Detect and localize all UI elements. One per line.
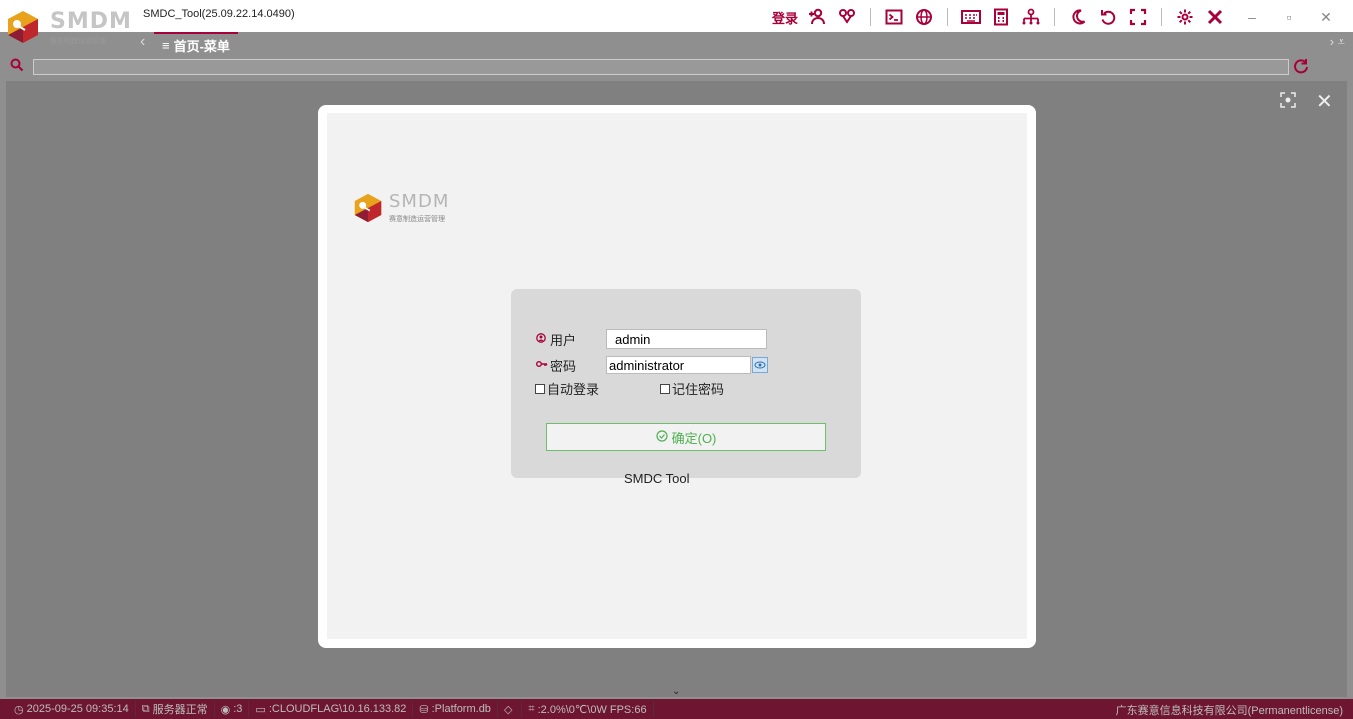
status-performance: ⌗ :2.0%\0℃\0W FPS:66 xyxy=(522,701,654,717)
perf-text: :2.0%\0℃\0W FPS:66 xyxy=(537,703,647,716)
tool-name: SMDC Tool xyxy=(624,471,690,486)
app-title: SMDC_Tool(25.09.22.14.0490) xyxy=(143,8,295,20)
login-form: 用户 密码 自动登录 记住密码 xyxy=(511,289,861,478)
calculator-icon[interactable] xyxy=(989,5,1013,29)
toolbar-divider xyxy=(1054,8,1055,26)
db-text: :Platform.db xyxy=(431,703,491,715)
toolbar-divider xyxy=(1161,8,1162,26)
status-host: ▭ :CLOUDFLAG\10.16.133.82 xyxy=(249,701,414,717)
collapse-arrow-icon[interactable]: ⌄ xyxy=(672,686,680,697)
brand-text: SMDM xyxy=(389,191,450,212)
logo-text: SMDM xyxy=(50,9,132,34)
tab-scroll-left-icon[interactable]: ‹ xyxy=(140,33,145,51)
remember-password-label: 记住密码 xyxy=(672,382,725,397)
globe-icon[interactable] xyxy=(912,5,936,29)
add-user-icon[interactable] xyxy=(805,5,829,29)
login-dialog-body: SMDM 赛意制造运营管理 用户 密码 xyxy=(327,113,1027,639)
server-text: 服务器正常 xyxy=(152,704,208,716)
brand-subtitle: 赛意制造运营管理 xyxy=(389,216,445,223)
toolbar-divider xyxy=(870,8,871,26)
status-tag: ◇ xyxy=(498,701,523,717)
app-logo: SMDM 赛意制造运营管理 xyxy=(6,4,131,45)
tools-icon[interactable] xyxy=(1203,5,1227,29)
password-row: 密码 xyxy=(536,355,768,375)
status-bar: ◷ 2025-09-25 09:35:14 ⧉ 服务器正常 ◉ :3 ▭ :CL… xyxy=(0,699,1353,719)
user-icon xyxy=(536,332,550,346)
check-circle-icon xyxy=(656,429,668,445)
password-input[interactable] xyxy=(606,356,751,374)
remember-password-checkbox[interactable]: 记住密码 xyxy=(660,379,724,398)
undo-icon[interactable] xyxy=(1096,5,1120,29)
users-text: :3 xyxy=(233,703,243,715)
tab-bar: ‹ ≡ 首页-菜单 › ⩡ xyxy=(0,32,1353,56)
tab-home-menu[interactable]: ≡ 首页-菜单 xyxy=(154,32,238,56)
search-input[interactable] xyxy=(33,59,1289,75)
login-button[interactable]: 登录 xyxy=(771,5,799,29)
dialog-close-icon[interactable]: ✕ xyxy=(1316,89,1333,114)
auto-login-box[interactable] xyxy=(535,383,545,394)
auto-login-label: 自动登录 xyxy=(547,382,600,397)
host-icon: ▭ xyxy=(255,703,266,716)
login-dialog: SMDM 赛意制造运营管理 用户 密码 xyxy=(318,105,1036,648)
status-datetime: ◷ 2025-09-25 09:35:14 xyxy=(8,701,136,717)
brand-logo: SMDM 赛意制造运营管理 xyxy=(353,191,473,231)
network-icon[interactable] xyxy=(1019,5,1043,29)
key-icon xyxy=(536,359,550,372)
gear-icon[interactable] xyxy=(1173,5,1197,29)
status-users: ◉ :3 xyxy=(215,701,250,717)
auto-login-checkbox[interactable]: 自动登录 xyxy=(535,379,599,398)
status-server: ⧉ 服务器正常 xyxy=(136,701,215,717)
show-password-icon[interactable] xyxy=(752,357,768,373)
username-input[interactable] xyxy=(606,329,767,349)
confirm-label: 确定(O) xyxy=(671,430,717,446)
title-toolbar: 登录 – ▫ ✕ xyxy=(768,4,1341,30)
logo-subtitle: 赛意制造运营管理 xyxy=(50,38,106,45)
database-icon: ⛁ xyxy=(419,703,429,716)
user-row: 用户 xyxy=(536,329,767,349)
minimize-icon[interactable]: – xyxy=(1240,5,1264,29)
search-row xyxy=(0,57,1353,79)
title-bar: SMDC_Tool(25.09.22.14.0490) 登录 – ▫ ✕ xyxy=(0,0,1353,32)
brand-cube-icon xyxy=(354,193,382,223)
cpu-icon: ⌗ xyxy=(528,702,535,715)
screenshot-icon[interactable] xyxy=(1280,92,1296,111)
fullscreen-icon[interactable] xyxy=(1126,5,1150,29)
link-icon[interactable] xyxy=(835,5,859,29)
clock-icon: ◷ xyxy=(14,703,24,716)
refresh-icon[interactable] xyxy=(1293,58,1309,79)
moon-icon[interactable] xyxy=(1066,5,1090,29)
close-icon[interactable]: ✕ xyxy=(1314,5,1338,29)
datetime-text: 2025-09-25 09:35:14 xyxy=(26,703,129,715)
toolbar-divider xyxy=(947,8,948,26)
tab-scroll-right-icon[interactable]: › ⩡ xyxy=(1330,34,1345,50)
terminal-icon[interactable] xyxy=(882,5,906,29)
user-count-icon: ◉ xyxy=(220,703,231,716)
remember-password-box[interactable] xyxy=(660,383,670,394)
search-icon[interactable] xyxy=(10,58,26,74)
status-db: ⛁ :Platform.db xyxy=(413,701,498,717)
restore-icon[interactable]: ▫ xyxy=(1277,5,1301,29)
menu-icon: ≡ xyxy=(162,37,170,53)
server-icon: ⧉ xyxy=(141,702,150,715)
keyboard-icon[interactable] xyxy=(959,5,983,29)
tag-icon: ◇ xyxy=(503,703,513,716)
password-label: 密码 xyxy=(550,358,577,374)
user-label: 用户 xyxy=(550,332,577,348)
confirm-button[interactable]: 确定(O) xyxy=(546,423,826,451)
logo-cube-icon xyxy=(8,11,38,43)
company-license: 广东赛意信息科技有限公司(Permanentlicense) xyxy=(1115,705,1343,717)
host-text: :CLOUDFLAG\10.16.133.82 xyxy=(268,703,407,715)
tab-label: 首页-菜单 xyxy=(173,38,230,54)
